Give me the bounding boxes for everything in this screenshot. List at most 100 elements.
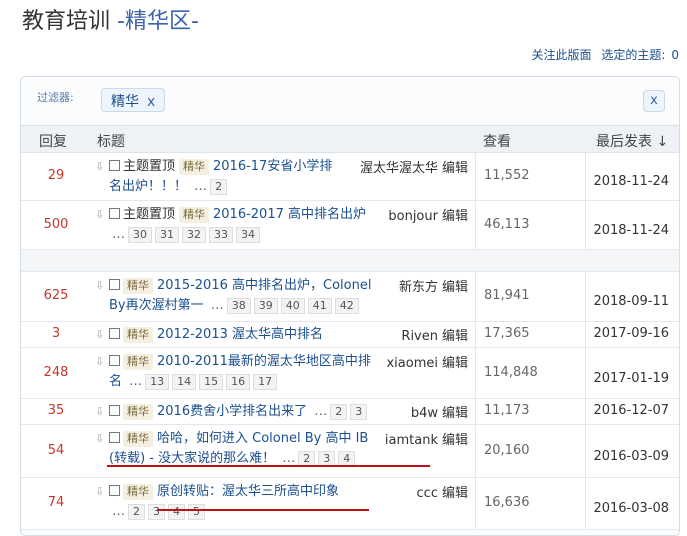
thread-row[interactable]: 248 ⇩ 精华 2010-2011最新的渥太华地区高中排名 … 13 14 15 16 17 x… <box>21 348 679 399</box>
page-link[interactable]: 33 <box>209 227 233 243</box>
edit-link[interactable]: 编辑 <box>442 486 468 501</box>
page-link[interactable]: 30 <box>128 227 152 243</box>
thread-arrow-icon[interactable]: ⇩ <box>95 276 109 296</box>
last-post-date[interactable]: 2018-11-24 <box>585 153 679 201</box>
last-post-date[interactable]: 2017-01-19 <box>585 348 679 399</box>
edit-link[interactable]: 编辑 <box>442 161 468 176</box>
clear-filter-button[interactable]: x <box>643 90 665 112</box>
page-link[interactable]: 2 <box>210 179 228 195</box>
follow-forum-link[interactable]: 关注此版面 <box>531 48 591 62</box>
last-post-date[interactable]: 2018-09-11 <box>585 272 679 322</box>
thread-row[interactable]: 29 ⇩ 主题置顶 精华 2016-17安省小学排 名出炉！！！ … 2 渥太华渥太华 编辑 11… <box>21 153 679 201</box>
thread-select-checkbox[interactable] <box>109 160 120 171</box>
last-post-date[interactable]: 2016-12-07 <box>585 399 679 425</box>
thread-select-checkbox[interactable] <box>109 405 120 416</box>
page-link[interactable]: 32 <box>182 227 206 243</box>
reply-count: 3 <box>51 326 61 341</box>
thread-title-link[interactable]: 名出炉！！！ <box>109 179 187 194</box>
page-link[interactable]: 42 <box>334 298 359 314</box>
page-ellipsis: … <box>210 298 224 313</box>
thread-arrow-icon[interactable]: ⇩ <box>95 402 109 422</box>
page-link[interactable]: 2 <box>330 404 348 420</box>
thread-row[interactable]: 500 ⇩ 主题置顶 精华 2016-2017 高中排名出炉 … 30 31 32 33 34 bon… <box>21 201 679 250</box>
thread-arrow-icon[interactable]: ⇩ <box>95 325 109 345</box>
thread-author: Riven 编辑 <box>401 325 468 344</box>
thread-arrow-icon[interactable]: ⇩ <box>95 352 109 372</box>
thread-arrow-icon[interactable]: ⇩ <box>95 205 109 225</box>
edit-link[interactable]: 编辑 <box>442 329 468 344</box>
page-link[interactable]: 38 <box>226 298 251 314</box>
digest-badge: 精华 <box>123 431 153 447</box>
edit-link[interactable]: 编辑 <box>442 433 468 448</box>
thread-list-panel: 过滤器: 精华 x x 回复 标题 查看 最后发表 ↓ 29 ⇩ 主题置顶 精华 2016… <box>20 76 680 536</box>
author-link[interactable]: Riven <box>401 329 438 344</box>
filter-tag-jinghua[interactable]: 精华 x <box>101 88 166 112</box>
column-title[interactable]: 标题 <box>97 131 125 151</box>
last-post-date[interactable]: 2017-09-16 <box>585 322 679 348</box>
thread-row[interactable]: 625 ⇩ 精华 2015-2016 高中排名出炉，Colonel By再次渥村第一 …… <box>21 272 679 322</box>
page-link[interactable]: 41 <box>307 298 332 314</box>
author-link[interactable]: 新东方 <box>399 280 438 295</box>
thread-row[interactable]: 74 ⇩ 精华 原创转贴：渥太华三所高中印象 … 2 3 4 5 ccc 编辑 16,636 2016-… <box>21 478 679 530</box>
last-post-date[interactable]: 2016-03-09 <box>585 425 679 478</box>
thread-title-link[interactable]: 2016费舍小学排名出来了 <box>157 404 307 419</box>
thread-title-link[interactable]: 2010-2011最新的渥太华地区高中排 <box>157 354 371 369</box>
page-link[interactable]: 15 <box>199 374 224 390</box>
author-link[interactable]: bonjour <box>388 209 438 224</box>
thread-row[interactable]: 54 ⇩ 精华 哈哈，如何进入 Colonel By 高中 IB (转载) - 没大家说… <box>21 425 679 478</box>
page-link[interactable]: 17 <box>253 374 278 390</box>
last-post-date[interactable]: 2016-03-08 <box>585 478 679 530</box>
thread-arrow-icon[interactable]: ⇩ <box>95 429 109 449</box>
thread-title-link[interactable]: 哈哈，如何进入 Colonel By 高中 IB <box>157 431 368 446</box>
thread-title-link[interactable]: (转载) - 没大家说的那么难！ <box>109 451 275 466</box>
page-link[interactable]: 34 <box>236 227 260 243</box>
thread-select-checkbox[interactable] <box>109 485 120 496</box>
thread-title-link[interactable]: By再次渥村第一 <box>109 298 204 313</box>
edit-link[interactable]: 编辑 <box>442 209 468 224</box>
page-link[interactable]: 4 <box>168 504 185 520</box>
page-link[interactable]: 39 <box>253 298 278 314</box>
thread-select-checkbox[interactable] <box>109 208 120 219</box>
thread-arrow-icon[interactable]: ⇩ <box>95 482 109 502</box>
edit-link[interactable]: 编辑 <box>442 406 468 421</box>
thread-title-link[interactable]: 2016-2017 高中排名出炉 <box>213 207 366 222</box>
view-count: 114,848 <box>475 348 585 399</box>
edit-link[interactable]: 编辑 <box>442 356 468 371</box>
selected-topics-label[interactable]: 选定的主题: <box>601 48 665 62</box>
thread-select-checkbox[interactable] <box>109 355 120 366</box>
author-link[interactable]: xiaomei <box>386 356 438 371</box>
page-link[interactable]: 2 <box>128 504 145 520</box>
thread-select-checkbox[interactable] <box>109 328 120 339</box>
page-link[interactable]: 31 <box>155 227 179 243</box>
sticky-label: 主题置顶 <box>123 207 176 222</box>
thread-title-link[interactable]: 原创转贴：渥太华三所高中印象 <box>157 484 339 499</box>
thread-row[interactable]: 3 ⇩ 精华 2012-2013 渥太华高中排名 Riven 编辑 17,365 2017-0… <box>21 322 679 348</box>
column-replies[interactable]: 回复 <box>39 131 67 151</box>
thread-select-checkbox[interactable] <box>109 279 120 290</box>
page-link[interactable]: 14 <box>172 374 197 390</box>
page-link[interactable]: 13 <box>145 374 170 390</box>
last-post-date[interactable]: 2018-11-24 <box>585 201 679 250</box>
page-link[interactable]: 3 <box>148 504 165 520</box>
thread-title-link[interactable]: 2016-17安省小学排 <box>213 159 332 174</box>
thread-arrow-icon[interactable]: ⇩ <box>95 157 109 177</box>
forum-subtitle-link[interactable]: -精华区- <box>117 9 199 34</box>
thread-select-checkbox[interactable] <box>109 432 120 443</box>
author-link[interactable]: b4w <box>411 406 438 421</box>
page-link[interactable]: 3 <box>350 404 368 420</box>
page-link[interactable]: 16 <box>226 374 251 390</box>
author-link[interactable]: 渥太华渥太华 <box>360 161 438 176</box>
author-link[interactable]: iamtank <box>385 433 438 448</box>
page-link[interactable]: 40 <box>280 298 305 314</box>
filter-tag-remove-icon[interactable]: x <box>147 94 155 110</box>
thread-title-link[interactable]: 2015-2016 高中排名出炉，Colonel <box>157 278 371 293</box>
page-link[interactable]: 5 <box>188 504 205 520</box>
column-views[interactable]: 查看 <box>483 131 511 151</box>
column-last-post[interactable]: 最后发表 ↓ <box>596 131 668 151</box>
thread-row[interactable]: 35 ⇩ 精华 2016费舍小学排名出来了 … 2 3 b4w 编辑 11,173 2016-12… <box>21 399 679 425</box>
author-link[interactable]: ccc <box>417 486 438 501</box>
page-ellipsis: … <box>282 451 296 466</box>
thread-title-link[interactable]: 名 <box>109 374 122 389</box>
thread-title-link[interactable]: 2012-2013 渥太华高中排名 <box>157 327 323 342</box>
edit-link[interactable]: 编辑 <box>442 280 468 295</box>
